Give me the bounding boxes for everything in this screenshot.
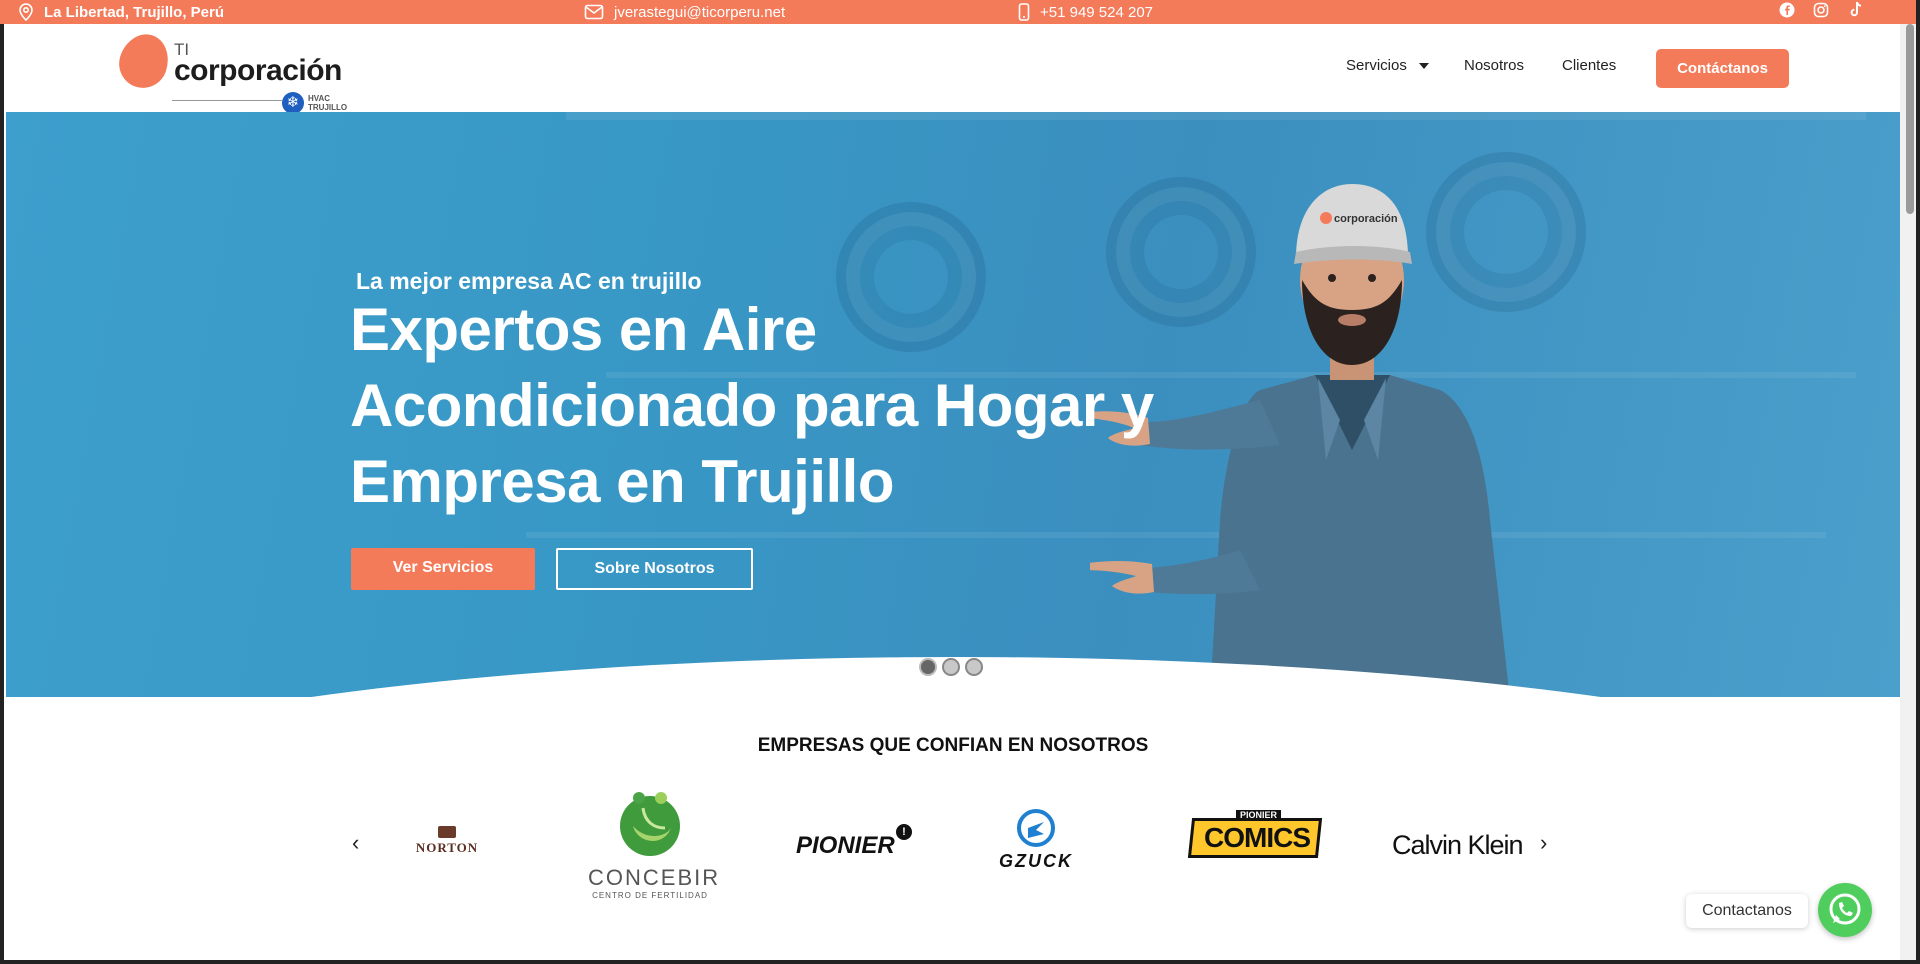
whatsapp-label[interactable]: Contactanos — [1686, 894, 1808, 928]
client-logo-pionier: PIONIER ! — [796, 824, 912, 860]
whatsapp-icon — [1829, 893, 1861, 925]
crest-icon — [438, 826, 456, 838]
nav-servicios-label: Servicios — [1346, 57, 1407, 74]
logo-divider — [172, 100, 282, 101]
client-logo-concebir-text: CONCEBIR — [588, 865, 721, 890]
facebook-icon[interactable] — [1779, 2, 1795, 22]
slider-dot-2[interactable] — [942, 658, 960, 676]
window-border — [1916, 0, 1920, 964]
snowflake-icon: ❄ — [282, 92, 304, 114]
hero-subtitle: La mejor empresa AC en trujillo — [356, 268, 702, 294]
email-text[interactable]: jverastegui@ticorperu.net — [614, 4, 785, 21]
location-info: La Libertad, Trujillo, Perú — [18, 3, 224, 21]
phone-text[interactable]: +51 949 524 207 — [1040, 4, 1153, 21]
contact-button[interactable]: Contáctanos — [1656, 49, 1789, 88]
client-logo-comics-top: PIONIER — [1236, 810, 1282, 820]
view-services-button[interactable]: Ver Servicios — [351, 548, 535, 590]
slider-dot-1[interactable] — [919, 658, 937, 676]
phone-info[interactable]: +51 949 524 207 — [1018, 3, 1153, 21]
client-logo-pionier-text: PIONIER — [796, 832, 895, 859]
hero-bg-slat — [566, 112, 1866, 120]
logo-shape — [112, 27, 176, 95]
client-logo-concebir: CONCEBIR CENTRO DE FERTILIDAD — [588, 788, 721, 900]
carousel-prev-arrow[interactable]: ‹ — [352, 830, 359, 856]
scrollbar-thumb[interactable] — [1906, 24, 1914, 214]
exclamation-badge-icon: ! — [896, 824, 912, 840]
window-border — [0, 960, 1920, 964]
client-logo-concebir-sub: CENTRO DE FERTILIDAD — [592, 891, 708, 900]
slider-dot-3[interactable] — [965, 658, 983, 676]
nav-nosotros[interactable]: Nosotros — [1464, 57, 1524, 74]
instagram-icon[interactable] — [1813, 2, 1829, 22]
about-us-button[interactable]: Sobre Nosotros — [556, 548, 753, 590]
tiktok-icon[interactable] — [1849, 1, 1863, 22]
mobile-phone-icon — [1018, 3, 1030, 21]
concebir-emblem-icon — [620, 792, 680, 856]
client-logo-norton-text: NORTON — [415, 840, 479, 855]
location-pin-icon — [18, 3, 34, 21]
top-bar: La Libertad, Trujillo, Perú jverastegui@… — [0, 0, 1920, 24]
client-logo-comics: PIONIER COMICS — [1187, 810, 1323, 866]
client-logo-gzuck-text: GZUCK — [999, 851, 1073, 871]
client-logo-calvin-klein: Calvin Klein — [1392, 830, 1524, 860]
nav-clientes[interactable]: Clientes — [1562, 57, 1616, 74]
location-text: La Libertad, Trujillo, Perú — [44, 3, 225, 21]
client-logo-norton: NORTON — [412, 826, 482, 856]
logo-tagline: HVAC TRUJILLO — [308, 94, 347, 112]
logo-name: corporación — [174, 54, 342, 87]
clients-title: EMPRESAS QUE CONFIAN EN NOSOTROS — [757, 735, 1149, 756]
mail-icon — [584, 4, 604, 20]
logo-tagline-2: TRUJILLO — [308, 103, 348, 112]
whatsapp-button[interactable] — [1818, 883, 1872, 937]
email-info[interactable]: jverastegui@ticorperu.net — [584, 3, 785, 21]
nav-servicios[interactable]: Servicios — [1346, 57, 1430, 74]
caret-down-icon — [1419, 63, 1430, 70]
client-logo-comics-text: COMICS — [1204, 822, 1311, 853]
cap-logo-text: corporación — [1334, 213, 1398, 225]
logo-tagline-1: HVAC — [308, 94, 331, 103]
hero-headline: Expertos en Aire Acondicionado para Hoga… — [350, 296, 1154, 515]
company-logo[interactable]: TI corporación ❄ HVAC TRUJILLO — [112, 27, 360, 114]
gzuck-emblem-icon — [1017, 809, 1055, 847]
slider-dots — [919, 658, 983, 676]
client-logo-gzuck: GZUCK — [996, 808, 1076, 872]
window-border — [0, 24, 4, 964]
carousel-next-arrow[interactable]: › — [1540, 830, 1547, 856]
site-header: TI corporación ❄ HVAC TRUJILLO Servicios… — [0, 24, 1900, 114]
